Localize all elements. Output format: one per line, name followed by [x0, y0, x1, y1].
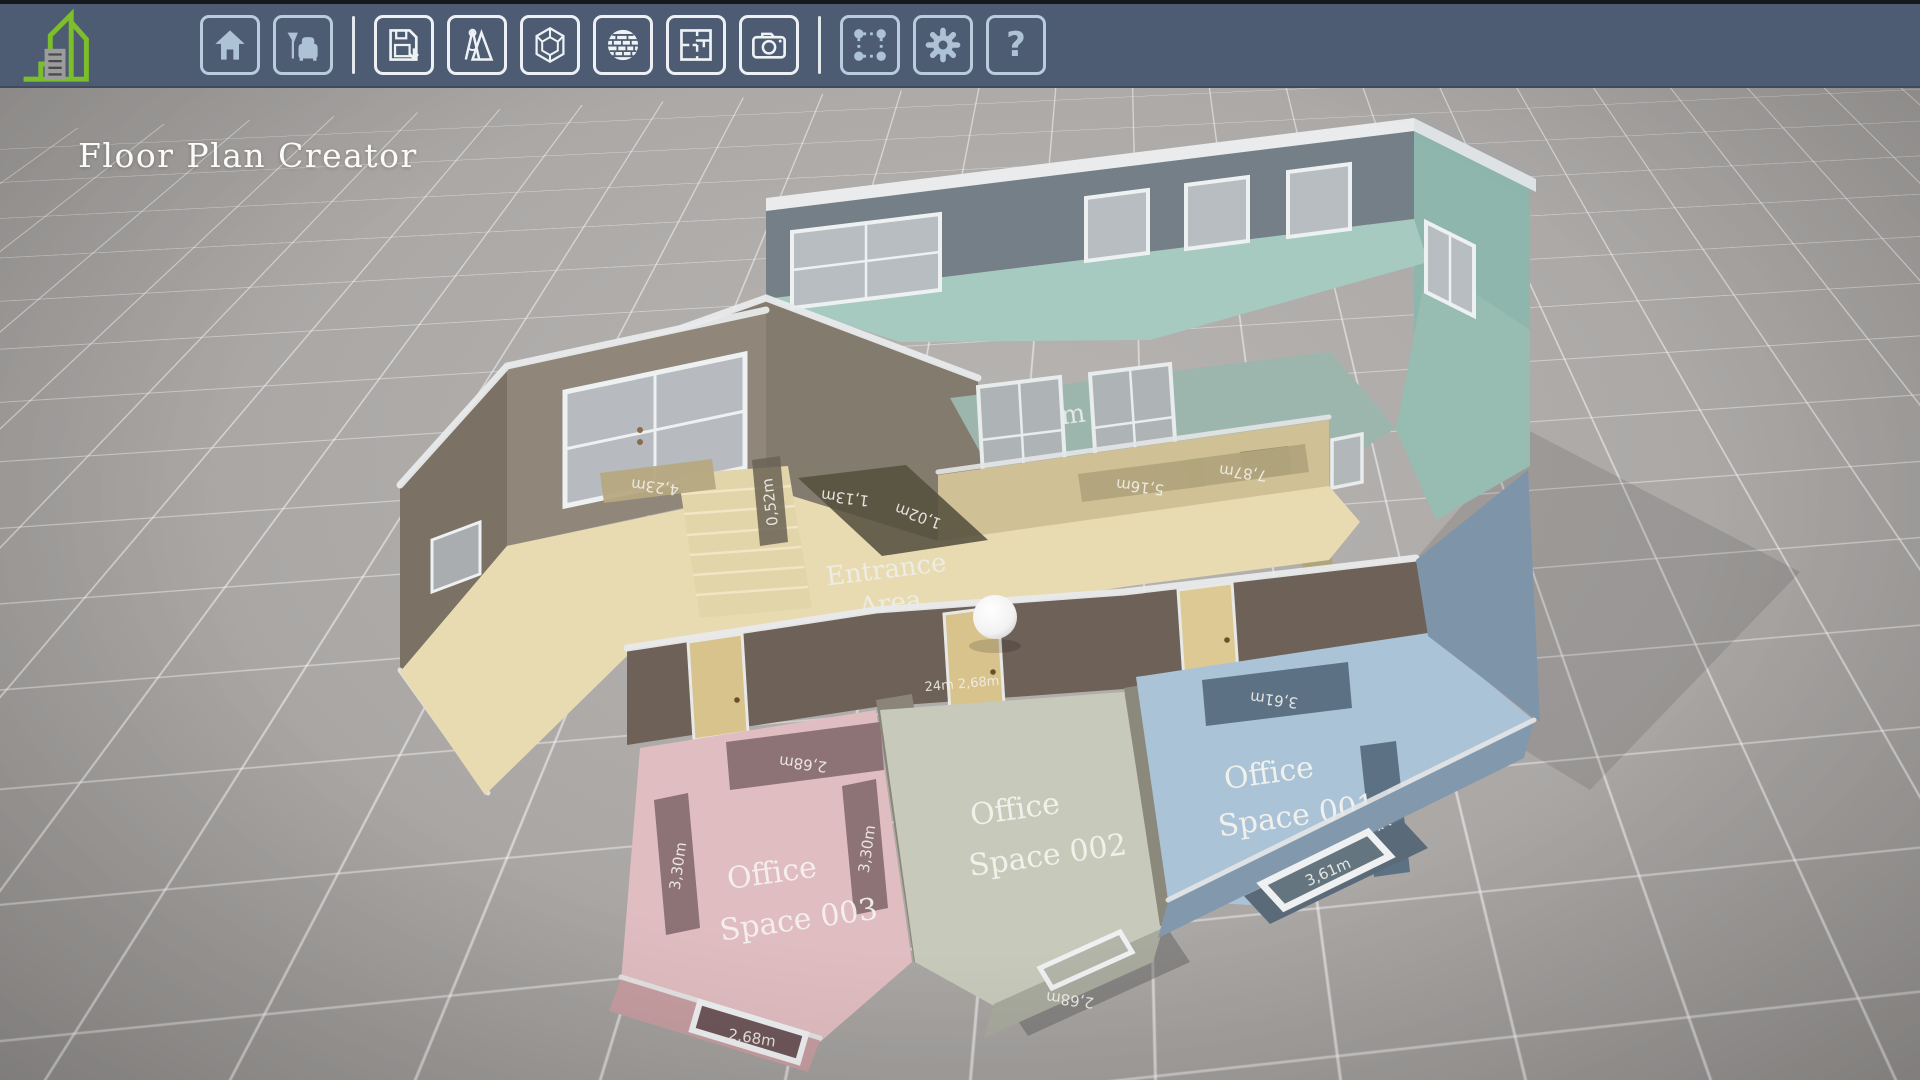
window-handle [637, 427, 643, 433]
orbit-target-sphere[interactable] [973, 595, 1017, 639]
window[interactable] [1332, 434, 1362, 488]
furniture-button[interactable] [273, 15, 333, 75]
select-button[interactable] [840, 15, 900, 75]
door-knob [734, 697, 740, 703]
help-icon: ? [1006, 28, 1026, 62]
window-handle [637, 439, 643, 445]
window[interactable] [1186, 177, 1248, 249]
camera-icon [750, 26, 788, 64]
floor-plan-button[interactable] [666, 15, 726, 75]
furniture-icon [285, 27, 321, 63]
door-office-003[interactable] [688, 634, 748, 740]
home-button[interactable] [200, 15, 260, 75]
texture-icon [604, 26, 642, 64]
app-logo-icon [16, 7, 134, 83]
window[interactable] [1086, 190, 1148, 261]
view-3d-icon [531, 26, 569, 64]
measure-tools-icon [458, 26, 496, 64]
measure-tools-button[interactable] [447, 15, 507, 75]
save-icon [385, 26, 423, 64]
floor-plan-icon [677, 26, 715, 64]
toolbar: ? [0, 0, 1920, 88]
settings-button[interactable] [913, 15, 973, 75]
window[interactable] [1288, 164, 1350, 237]
sphere-shadow [969, 639, 1021, 653]
home-icon [212, 27, 248, 63]
door-knob [1224, 637, 1230, 643]
toolbar-separator [818, 16, 821, 74]
toolbar-separator [352, 16, 355, 74]
save-button[interactable] [374, 15, 434, 75]
select-icon [851, 26, 889, 64]
help-button[interactable]: ? [986, 15, 1046, 75]
gear-icon [924, 26, 962, 64]
view-3d-button[interactable] [520, 15, 580, 75]
toolbar-buttons: ? [200, 15, 1046, 75]
floorplan-3d-view: Room 5,16m 7,87m 9m 4,33m [0, 88, 1920, 1080]
page-title: Floor Plan Creator [78, 136, 418, 175]
texture-button[interactable] [593, 15, 653, 75]
scene-canvas[interactable]: Room 5,16m 7,87m 9m 4,33m [0, 88, 1920, 1080]
camera-button[interactable] [739, 15, 799, 75]
